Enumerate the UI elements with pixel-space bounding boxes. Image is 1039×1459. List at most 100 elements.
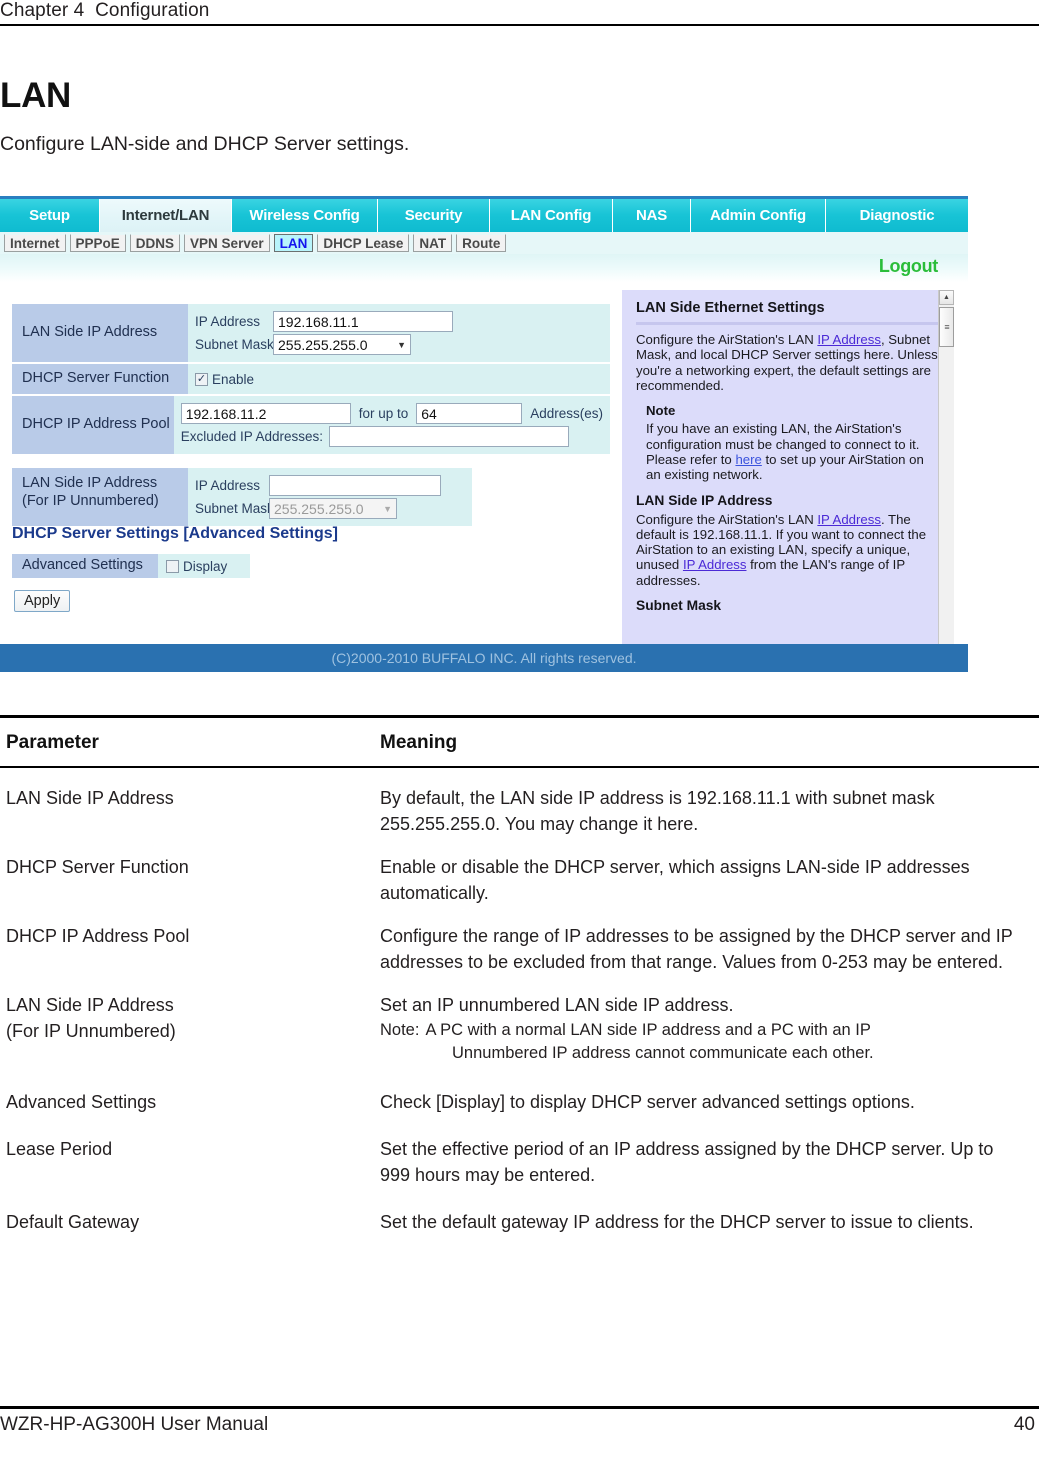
row-parameter: Default Gateway bbox=[6, 1212, 140, 1233]
here-link[interactable]: here bbox=[735, 452, 761, 467]
table-row: Lease Period Set the effective period of… bbox=[0, 1115, 1039, 1188]
row-meaning: Check [Display] to display DHCP server a… bbox=[380, 1091, 915, 1112]
row-value-lan-side-ip: IP Address Subnet Mask 255.255.255.0 ▼ bbox=[188, 304, 610, 362]
sub-tab-bar: Internet PPPoE DDNS VPN Server LAN DHCP … bbox=[0, 232, 968, 254]
row-note-line2: Unnumbered IP address cannot communicate… bbox=[452, 1044, 874, 1063]
row-parameter-line1: LAN Side IP Address bbox=[6, 995, 174, 1016]
row-note-line1: A PC with a normal LAN side IP address a… bbox=[425, 1020, 871, 1039]
chapter-label: Chapter 4 Configuration bbox=[0, 0, 210, 21]
ip-address-link[interactable]: IP Address bbox=[683, 557, 747, 572]
row-parameter: Advanced Settings bbox=[6, 1091, 157, 1112]
subtab-route[interactable]: Route bbox=[456, 234, 507, 252]
scrollbar-thumb[interactable]: ≡ bbox=[939, 307, 954, 347]
row-lan-side-ip-unnumbered: LAN Side IP Address (For IP Unnumbered) … bbox=[12, 468, 472, 526]
help-lan-ip-paragraph: Configure the AirStation's LAN IP Addres… bbox=[636, 512, 940, 589]
page-footer: WZR-HP-AG300H User Manual 40 bbox=[0, 1414, 1039, 1436]
tab-diagnostic[interactable]: Diagnostic bbox=[826, 199, 968, 232]
table-header-row: Parameter Meaning bbox=[0, 718, 1039, 766]
ip-address-link[interactable]: IP Address bbox=[817, 332, 881, 347]
screenshot-body: LAN Side IP Address IP Address Subnet Ma… bbox=[0, 282, 968, 672]
lan-subnet-mask-value: 255.255.255.0 bbox=[278, 336, 368, 353]
subtab-internet[interactable]: Internet bbox=[4, 234, 66, 252]
unnumbered-label-line2: (For IP Unnumbered) bbox=[22, 492, 159, 509]
row-label-dhcp-ip-address-pool: DHCP IP Address Pool bbox=[12, 396, 174, 454]
subtab-pppoe[interactable]: PPPoE bbox=[69, 234, 126, 252]
row-value-lan-side-ip-unnumbered: IP Address Subnet Mask 255.255.255.0 ▼ bbox=[188, 468, 472, 526]
subtab-nat[interactable]: NAT bbox=[413, 234, 453, 252]
tab-setup[interactable]: Setup bbox=[0, 199, 100, 232]
tab-security[interactable]: Security bbox=[378, 199, 490, 232]
excluded-ip-label: Excluded IP Addresses: bbox=[180, 429, 324, 444]
advanced-display-checkbox[interactable] bbox=[166, 559, 179, 573]
footer-divider bbox=[0, 1406, 1039, 1409]
unnumbered-subnet-select[interactable]: 255.255.255.0 ▼ bbox=[269, 498, 397, 519]
row-meaning: By default, the LAN side IP address is 1… bbox=[380, 788, 935, 834]
help-title: LAN Side Ethernet Settings bbox=[636, 300, 825, 316]
subtab-ddns[interactable]: DDNS bbox=[129, 234, 181, 252]
row-meaning: Enable or disable the DHCP server, which… bbox=[380, 857, 970, 903]
lan-subnet-mask-select[interactable]: 255.255.255.0 ▼ bbox=[273, 334, 411, 355]
dhcp-enable-checkbox[interactable] bbox=[195, 372, 208, 386]
row-meaning: Set the default gateway IP address for t… bbox=[380, 1212, 974, 1233]
dhcp-pool-start-input[interactable] bbox=[180, 403, 351, 424]
ip-address-label: IP Address bbox=[195, 314, 261, 329]
row-meaning: Set an IP unnumbered LAN side IP address… bbox=[380, 993, 1039, 1065]
row-dhcp-server-function: DHCP Server Function Enable bbox=[12, 364, 610, 394]
row-label-lan-side-ip-unnumbered: LAN Side IP Address (For IP Unnumbered) bbox=[12, 468, 188, 526]
row-parameter: DHCP IP Address Pool bbox=[6, 926, 190, 947]
dhcp-pool-count-input[interactable] bbox=[416, 403, 523, 424]
column-header-meaning: Meaning bbox=[380, 732, 458, 753]
row-meaning-main: Set an IP unnumbered LAN side IP address… bbox=[380, 995, 734, 1016]
unnumbered-ip-label: IP Address bbox=[195, 478, 261, 493]
tab-nas[interactable]: NAS bbox=[613, 199, 691, 232]
tab-internet-lan[interactable]: Internet/LAN bbox=[100, 199, 232, 232]
tab-admin-config[interactable]: Admin Config bbox=[691, 199, 826, 232]
row-dhcp-ip-address-pool: DHCP IP Address Pool for up to Address(e… bbox=[12, 396, 610, 454]
help-lan-ip-a: Configure the AirStation's LAN bbox=[636, 511, 818, 527]
for-up-to-label: for up to bbox=[358, 406, 409, 421]
logout-link[interactable]: Logout bbox=[879, 256, 938, 277]
row-parameter: DHCP Server Function bbox=[6, 857, 189, 878]
lan-ip-address-input[interactable] bbox=[273, 311, 453, 332]
row-value-advanced-settings: Display bbox=[158, 554, 250, 578]
help-scrollbar[interactable]: ▲ ≡ ▼ bbox=[938, 290, 954, 672]
ip-address-link[interactable]: IP Address bbox=[817, 512, 881, 527]
parameter-table: Parameter Meaning LAN Side IP Address By… bbox=[0, 715, 1039, 1236]
unnumbered-ip-input[interactable] bbox=[269, 475, 441, 496]
row-advanced-settings: Advanced Settings Display bbox=[12, 554, 250, 578]
subnet-mask-label: Subnet Mask bbox=[195, 337, 274, 352]
dhcp-enable-label: Enable bbox=[212, 371, 255, 387]
scroll-up-icon[interactable]: ▲ bbox=[939, 290, 954, 305]
footer-page-number: 40 bbox=[1013, 1414, 1035, 1435]
help-intro-paragraph: Configure the AirStation's LAN IP Addres… bbox=[636, 332, 940, 393]
subtab-dhcp-lease[interactable]: DHCP Lease bbox=[317, 234, 410, 252]
router-ui-screenshot: Setup Internet/LAN Wireless Config Secur… bbox=[0, 196, 968, 700]
apply-button[interactable]: Apply bbox=[14, 590, 71, 612]
copyright-bar: (C)2000-2010 BUFFALO INC. All rights res… bbox=[0, 644, 968, 672]
table-row: Default Gateway Set the default gateway … bbox=[0, 1188, 1039, 1236]
help-lan-ip-heading: LAN Side IP Address bbox=[636, 492, 773, 508]
tab-lan-config[interactable]: LAN Config bbox=[490, 199, 613, 232]
help-note-paragraph: If you have an existing LAN, the AirStat… bbox=[646, 421, 940, 482]
addresses-label: Address(es) bbox=[530, 406, 603, 421]
lan-settings-form: LAN Side IP Address IP Address Subnet Ma… bbox=[12, 304, 610, 528]
tab-wireless-config[interactable]: Wireless Config bbox=[232, 199, 378, 232]
excluded-ip-input[interactable] bbox=[329, 426, 570, 447]
page-title: LAN bbox=[0, 76, 72, 115]
logout-band bbox=[0, 254, 968, 282]
footer-manual-name: WZR-HP-AG300H User Manual bbox=[0, 1414, 269, 1435]
main-tab-bar: Setup Internet/LAN Wireless Config Secur… bbox=[0, 199, 968, 232]
row-label-advanced-settings: Advanced Settings bbox=[12, 554, 158, 578]
help-divider bbox=[636, 322, 940, 325]
subtab-lan[interactable]: LAN bbox=[273, 234, 314, 252]
row-meaning: Set the effective period of an IP addres… bbox=[380, 1139, 994, 1185]
table-row: Advanced Settings Check [Display] to dis… bbox=[0, 1066, 1039, 1116]
help-note-heading: Note bbox=[646, 403, 676, 419]
unnumbered-label-line1: LAN Side IP Address bbox=[22, 475, 158, 491]
subtab-vpn-server[interactable]: VPN Server bbox=[184, 234, 270, 252]
chevron-down-icon: ▼ bbox=[383, 503, 392, 514]
row-meaning: Configure the range of IP addresses to b… bbox=[380, 926, 1013, 972]
advanced-section-title: DHCP Server Settings [Advanced Settings] bbox=[12, 525, 339, 542]
unnumbered-subnet-value: 255.255.255.0 bbox=[274, 500, 364, 517]
row-lan-side-ip: LAN Side IP Address IP Address Subnet Ma… bbox=[12, 304, 610, 362]
